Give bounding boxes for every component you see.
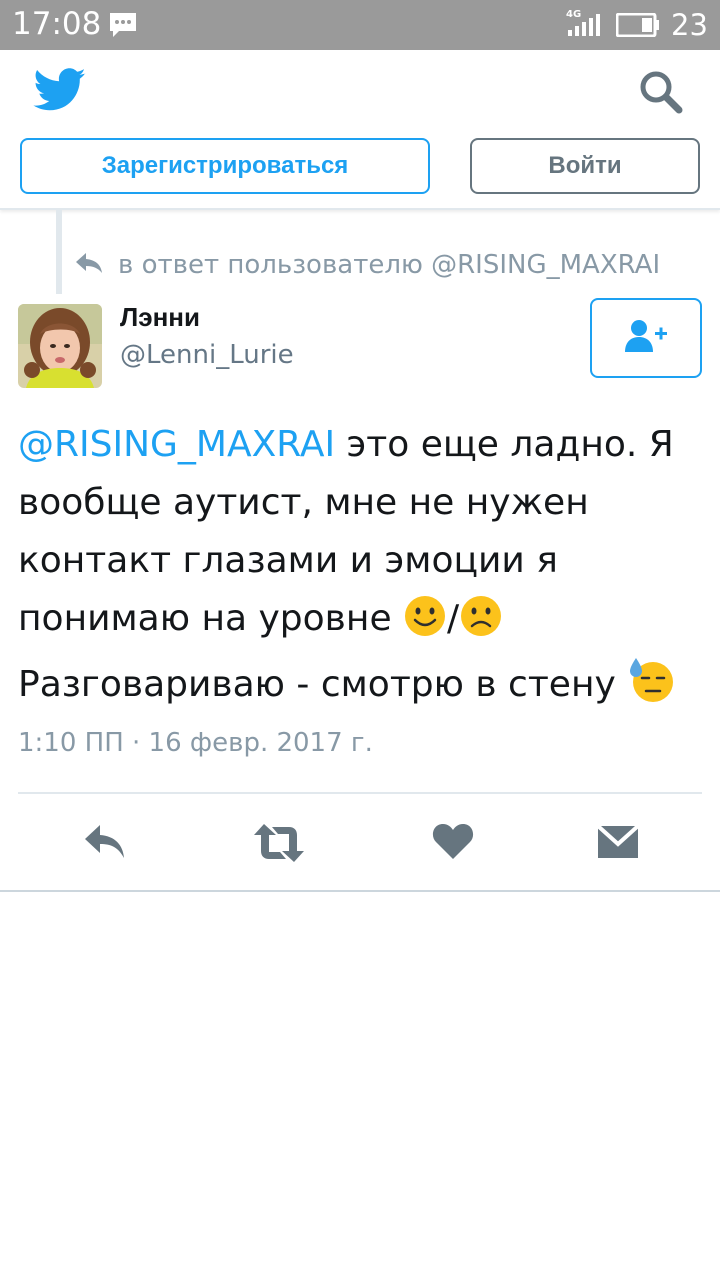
avatar[interactable] [18,304,102,388]
slash: / [447,598,460,639]
thread-line [56,210,62,294]
search-icon[interactable] [638,69,684,119]
twitter-bird-icon[interactable] [33,68,87,116]
status-time: 17:08 [12,6,102,42]
author-handle[interactable]: @Lenni_Lurie [120,340,294,370]
add-user-icon [623,318,669,358]
battery-icon [615,12,660,41]
tweet-text-part2: Разговариваю - смотрю в стену [18,664,628,705]
signup-button[interactable]: Зарегистрироваться [20,138,430,194]
bottom-divider [0,890,720,892]
app-header: Зарегистрироваться Войти [0,50,720,210]
tweet-actions [0,812,720,878]
retweet-icon[interactable] [252,822,306,868]
battery-level: 23 [671,8,708,42]
mention-link[interactable]: @RISING_MAXRAI [18,424,335,465]
reply-context-text: в ответ пользователю @RISING_MAXRAI [118,250,661,280]
reply-context[interactable]: в ответ пользователю @RISING_MAXRAI [74,250,660,280]
divider [18,792,702,794]
like-icon[interactable] [432,822,474,864]
follow-button[interactable] [590,298,702,378]
tweet-timestamp[interactable]: 1:10 ПП · 16 февр. 2017 г. [18,728,373,758]
author-name[interactable]: Лэнни [120,302,200,333]
login-button[interactable]: Войти [470,138,700,194]
downcast-face-with-sweat-icon [627,656,677,722]
slightly-smiling-face-icon [403,594,447,656]
reply-arrow-icon [74,251,104,279]
signal-icon [568,14,602,40]
message-notification-icon [108,11,138,43]
reply-icon[interactable] [82,822,128,866]
status-bar: 17:08 4G 23 [0,0,720,50]
tweet-text: @RISING_MAXRAI это еще ладно. Я вообще а… [18,416,708,722]
direct-message-icon[interactable] [596,822,640,864]
slightly-frowning-face-icon [459,594,503,656]
